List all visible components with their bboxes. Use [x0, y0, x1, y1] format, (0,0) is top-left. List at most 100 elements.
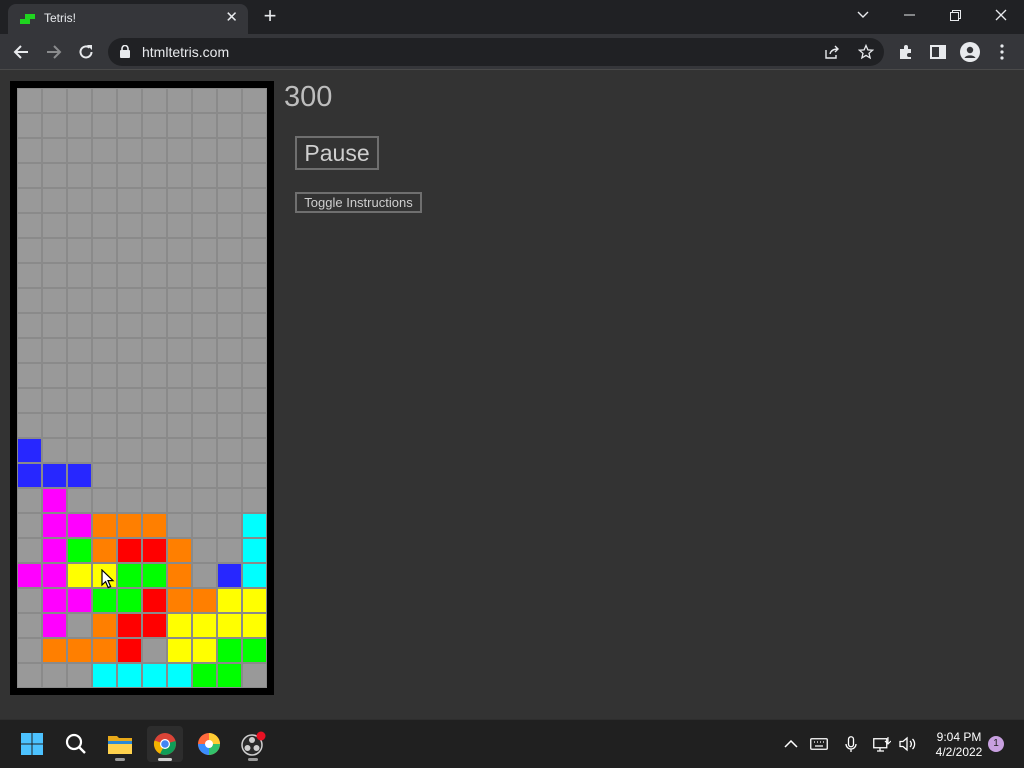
reload-icon[interactable] [73, 40, 99, 64]
empty-cell [17, 538, 42, 563]
empty-cell [17, 88, 42, 113]
search-icon[interactable] [58, 726, 94, 762]
empty-cell [217, 263, 242, 288]
empty-cell [192, 213, 217, 238]
system-clock[interactable]: 9:04 PM 4/2/2022 [926, 730, 992, 760]
empty-cell [192, 463, 217, 488]
chrome-icon[interactable] [147, 726, 183, 762]
empty-cell [242, 438, 267, 463]
empty-cell [92, 113, 117, 138]
filled-block [117, 563, 142, 588]
empty-cell [117, 238, 142, 263]
empty-cell [242, 213, 267, 238]
filled-block [167, 538, 192, 563]
empty-cell [142, 363, 167, 388]
photos-app-icon[interactable] [191, 726, 227, 762]
restore-button[interactable] [932, 0, 978, 30]
empty-cell [42, 313, 67, 338]
toggle-instructions-button[interactable]: Toggle Instructions [295, 192, 422, 213]
filled-block [42, 638, 67, 663]
filled-block [67, 588, 92, 613]
pause-button[interactable]: Pause [295, 136, 379, 170]
empty-cell [242, 663, 267, 688]
filled-block [17, 563, 42, 588]
empty-cell [117, 288, 142, 313]
file-explorer-icon[interactable] [102, 726, 138, 762]
empty-cell [142, 263, 167, 288]
clock-time: 9:04 PM [936, 730, 982, 744]
browser-tab[interactable]: Tetris! ✕ [8, 4, 248, 34]
empty-cell [167, 163, 192, 188]
browser-menu-icon[interactable] [990, 40, 1014, 64]
forward-arrow-icon[interactable] [41, 40, 67, 64]
empty-cell [242, 463, 267, 488]
filled-block [242, 513, 267, 538]
empty-cell [192, 88, 217, 113]
volume-icon[interactable] [898, 734, 918, 754]
notification-badge[interactable]: 1 [988, 736, 1004, 752]
tab-close-icon[interactable]: ✕ [225, 9, 238, 27]
empty-cell [117, 338, 142, 363]
side-panel-icon[interactable] [926, 40, 950, 64]
empty-cell [142, 238, 167, 263]
empty-cell [42, 338, 67, 363]
empty-cell [17, 638, 42, 663]
empty-cell [67, 413, 92, 438]
filled-block [192, 663, 217, 688]
filled-block [167, 613, 192, 638]
profile-avatar-icon[interactable] [958, 40, 982, 64]
share-icon[interactable] [822, 43, 842, 61]
empty-cell [67, 88, 92, 113]
filled-block [167, 663, 192, 688]
filled-block [217, 663, 242, 688]
empty-cell [17, 338, 42, 363]
filled-block [242, 613, 267, 638]
empty-cell [217, 163, 242, 188]
keyboard-icon[interactable] [809, 734, 829, 754]
empty-cell [117, 188, 142, 213]
filled-block [117, 613, 142, 638]
microphone-icon[interactable] [841, 734, 861, 754]
empty-cell [142, 338, 167, 363]
obs-recorder-icon[interactable] [235, 726, 271, 762]
empty-cell [192, 388, 217, 413]
network-icon[interactable] [872, 734, 892, 754]
empty-cell [192, 288, 217, 313]
empty-cell [67, 438, 92, 463]
tab-search-icon[interactable] [840, 0, 886, 30]
windows-start-icon[interactable] [14, 726, 50, 762]
empty-cell [92, 138, 117, 163]
back-arrow-icon[interactable] [8, 40, 34, 64]
filled-block [42, 463, 67, 488]
filled-block [42, 538, 67, 563]
new-tab-button[interactable]: + [258, 3, 282, 29]
filled-block [167, 638, 192, 663]
empty-cell [142, 88, 167, 113]
filled-block [42, 613, 67, 638]
filled-block [117, 538, 142, 563]
show-hidden-icons-chevron-icon[interactable] [781, 734, 801, 754]
filled-block [92, 538, 117, 563]
empty-cell [192, 238, 217, 263]
bookmark-star-icon[interactable] [856, 43, 876, 61]
empty-cell [92, 263, 117, 288]
tetris-board[interactable] [17, 88, 267, 688]
empty-cell [42, 88, 67, 113]
empty-cell [17, 213, 42, 238]
empty-cell [67, 213, 92, 238]
filled-block [242, 538, 267, 563]
empty-cell [192, 413, 217, 438]
address-bar[interactable]: htmltetris.com [108, 38, 884, 66]
empty-cell [117, 313, 142, 338]
empty-cell [92, 413, 117, 438]
empty-cell [67, 488, 92, 513]
empty-cell [67, 238, 92, 263]
close-window-button[interactable] [978, 0, 1024, 30]
empty-cell [117, 88, 142, 113]
browser-title-bar: Tetris! ✕ + [0, 0, 1024, 34]
empty-cell [217, 88, 242, 113]
minimize-button[interactable] [886, 0, 932, 30]
empty-cell [242, 163, 267, 188]
empty-cell [242, 488, 267, 513]
extensions-puzzle-icon[interactable] [894, 40, 918, 64]
